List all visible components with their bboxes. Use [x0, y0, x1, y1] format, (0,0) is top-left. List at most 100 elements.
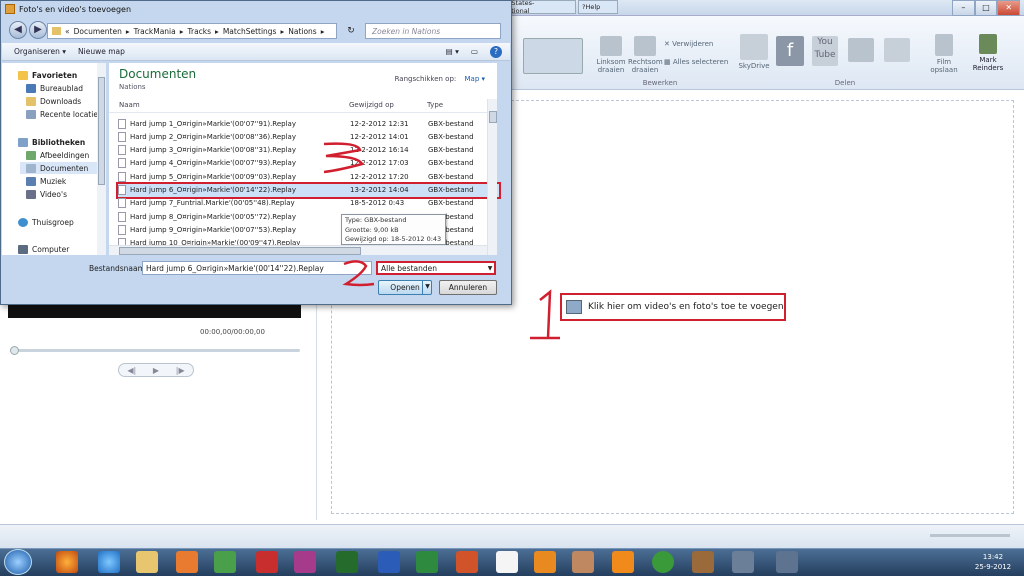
system-clock[interactable]: 13:42 25-9-2012	[968, 552, 1018, 572]
file-row[interactable]: Hard jump 2_O¤rigin»Markie'(00'08''36).R…	[118, 130, 499, 143]
user-account[interactable]: Mark Reinders	[966, 34, 1010, 72]
playback-controls: ◀| ▶ |▶	[118, 363, 194, 377]
vertical-scroll-thumb[interactable]	[489, 111, 497, 123]
nav-videos[interactable]: Video's	[26, 188, 67, 200]
select-all-button[interactable]: ▦ Alles selecteren	[664, 58, 730, 66]
powerpoint-icon[interactable]	[456, 551, 478, 573]
nav-libraries[interactable]: Bibliotheken	[18, 136, 85, 148]
search-input[interactable]: Zoeken in Nations	[365, 23, 501, 39]
help-icon[interactable]: ?	[490, 45, 502, 58]
nav-computer[interactable]: Computer	[18, 243, 69, 255]
horizontal-scrollbar[interactable]	[109, 245, 487, 255]
app-icon-purple[interactable]	[294, 551, 316, 573]
back-button[interactable]: ◀	[9, 21, 27, 39]
column-name[interactable]: Naam	[119, 101, 140, 109]
new-folder-button[interactable]: Nieuwe map	[78, 47, 125, 56]
notepad-icon[interactable]	[496, 551, 518, 573]
save-movie-button[interactable]: Film opslaan	[924, 34, 964, 74]
skydrive-button[interactable]: SkyDrive	[736, 34, 772, 70]
network-app-icon[interactable]	[732, 551, 754, 573]
arrange-by-dropdown[interactable]: Map ▾	[464, 75, 485, 83]
file-row[interactable]: Hard jump 4_O¤rigin»Markie'(00'07''93).R…	[118, 157, 499, 170]
file-type: GBX-bestand	[428, 172, 474, 181]
nav-scroll-thumb[interactable]	[98, 77, 105, 185]
file-row[interactable]: Hard jump 1_O¤rigin»Markie'(00'07''91).R…	[118, 117, 499, 130]
file-row[interactable]: Hard jump 6_O¤rigin»Markie'(00'14''22).R…	[116, 181, 501, 199]
nav-favorites[interactable]: Favorieten	[18, 69, 77, 81]
nav-music[interactable]: Muziek	[26, 175, 66, 187]
file-icon	[118, 131, 126, 142]
rotate-right-button[interactable]: Rechtsom draaien	[628, 36, 663, 74]
open-dropdown-arrow[interactable]: ▼	[422, 280, 432, 295]
facebook-icon: f	[776, 36, 804, 66]
help-button[interactable]: ? Help	[578, 0, 618, 14]
skydrive-icon	[740, 34, 768, 60]
open-file-dialog: Foto's en video's toevoegen ◀ ▶ « Docume…	[0, 0, 512, 305]
nav-pictures[interactable]: Afbeeldingen	[26, 149, 89, 161]
explorer-folder-icon[interactable]	[136, 551, 158, 573]
cancel-button[interactable]: Annuleren	[439, 280, 497, 295]
video-thumb-button[interactable]	[520, 38, 586, 76]
maximize-button[interactable]: □	[974, 0, 998, 16]
file-name: Hard jump 8_O¤rigin»Markie'(00'05''72).R…	[130, 212, 296, 221]
internet-explorer-icon[interactable]	[98, 551, 120, 573]
nav-recent[interactable]: Recente locaties	[26, 108, 102, 120]
vlc-icon[interactable]	[612, 551, 634, 573]
app-icon-orange[interactable]	[534, 551, 556, 573]
nav-desktop[interactable]: Bureaublad	[26, 82, 83, 94]
breadcrumb[interactable]: « Documenten ▸ TrackMania ▸ Tracks ▸ MatchS…	[47, 23, 337, 39]
app-icon-green[interactable]	[336, 551, 358, 573]
view-icon[interactable]: ▤ ▾	[446, 47, 459, 56]
horizontal-scroll-thumb[interactable]	[119, 247, 361, 255]
nav-downloads[interactable]: Downloads	[26, 95, 81, 107]
minimize-button[interactable]: –	[952, 0, 975, 16]
refresh-icon[interactable]: ↻	[341, 23, 361, 39]
file-row[interactable]: Hard jump 3_O¤rigin»Markie'(00'08''31).R…	[118, 144, 499, 157]
organize-menu[interactable]: Organiseren ▾	[14, 47, 66, 56]
taskbar-app-icon[interactable]	[776, 551, 798, 573]
file-type: GBX-bestand	[428, 159, 474, 168]
media-player-icon[interactable]	[176, 551, 198, 573]
downloads-icon	[26, 96, 36, 106]
zoom-slider[interactable]	[930, 534, 1010, 537]
previous-frame-icon[interactable]: ◀|	[127, 366, 136, 375]
seek-handle[interactable]	[10, 346, 19, 355]
start-button[interactable]	[4, 549, 32, 575]
firefox-icon[interactable]	[56, 551, 78, 573]
close-button[interactable]: ✕	[997, 0, 1021, 16]
file-type-select[interactable]: Alle bestanden ▼	[376, 261, 496, 275]
next-frame-icon[interactable]: |▶	[176, 366, 185, 375]
dialog-title: Foto's en video's toevoegen	[5, 2, 131, 16]
file-row[interactable]: Hard jump 7_Funtrial.Markie'(00'05''48).…	[118, 197, 499, 210]
facebook-button[interactable]: f	[774, 36, 806, 68]
game-icon[interactable]	[692, 551, 714, 573]
nav-homegroup[interactable]: Thuisgroep	[18, 216, 74, 228]
column-type[interactable]: Type	[427, 101, 443, 109]
add-media-hint[interactable]: Klik hier om video's en foto's toe te vo…	[560, 293, 786, 321]
seek-bar[interactable]	[10, 349, 300, 352]
forward-button[interactable]: ▶	[29, 21, 47, 39]
word-icon[interactable]	[378, 551, 400, 573]
excel-icon[interactable]	[416, 551, 438, 573]
rotate-left-icon	[600, 36, 622, 56]
trackmania-icon[interactable]	[256, 551, 278, 573]
videos-icon	[26, 189, 36, 199]
file-list-pane: Documenten Nations Rangschikken op: Map …	[109, 63, 501, 255]
column-modified[interactable]: Gewijzigd op	[349, 101, 394, 109]
youtube-button[interactable]: You Tube	[810, 36, 840, 68]
groups-button[interactable]	[846, 38, 876, 64]
rotate-left-button[interactable]: Linksom draaien	[594, 36, 628, 74]
arrange-by: Rangschikken op: Map ▾	[394, 75, 485, 83]
utorrent-icon[interactable]	[652, 551, 674, 573]
chevron-down-icon: ▼	[487, 264, 493, 272]
flickr-button[interactable]	[882, 38, 912, 64]
photo-app-icon[interactable]	[572, 551, 594, 573]
movie-maker-taskbar-icon[interactable]	[214, 551, 236, 573]
play-icon[interactable]: ▶	[153, 366, 159, 375]
nav-scrollbar[interactable]	[97, 63, 106, 255]
delete-button[interactable]: ✕ Verwijderen	[664, 40, 720, 48]
preview-pane-icon[interactable]: ▭	[471, 47, 478, 56]
file-row[interactable]: Hard jump 5_O¤rigin»Markie'(00'09''03).R…	[118, 170, 499, 183]
vertical-scrollbar[interactable]	[487, 99, 497, 255]
nav-documents[interactable]: Documenten	[20, 162, 100, 174]
